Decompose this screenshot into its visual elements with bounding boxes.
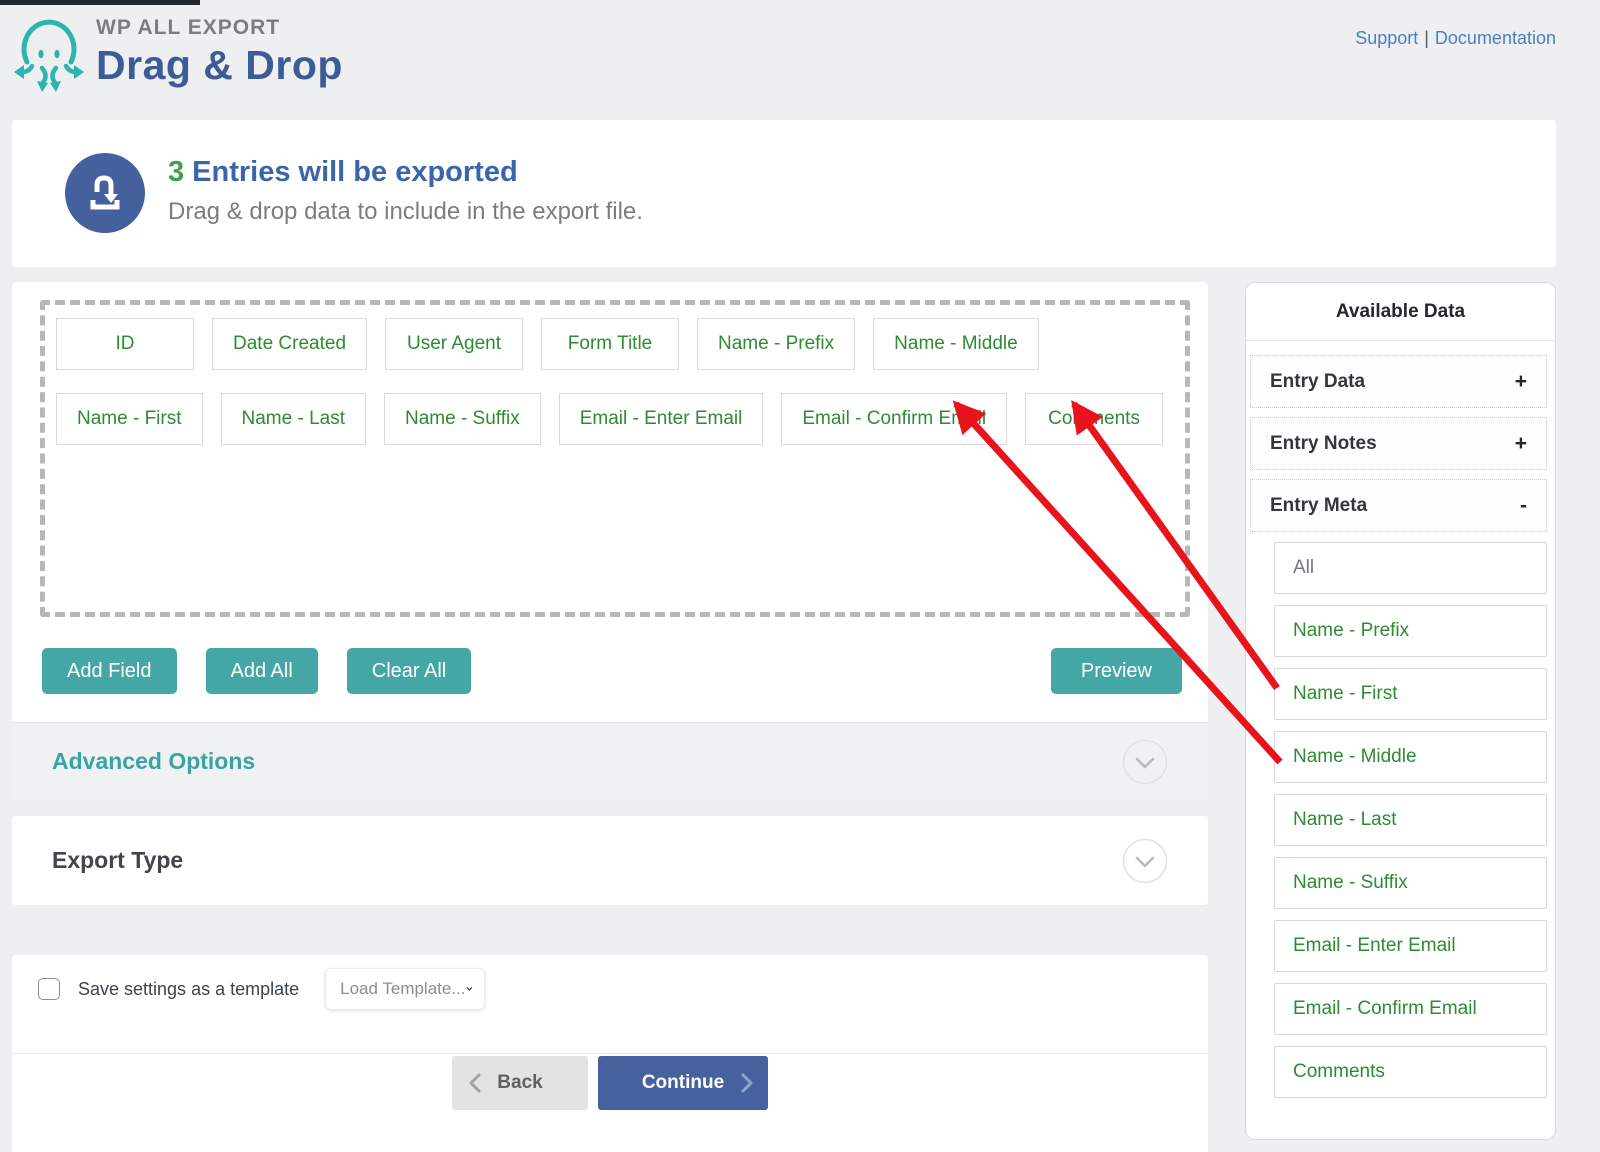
group-label: Entry Notes <box>1270 432 1377 454</box>
available-item-email-enter[interactable]: Email - Enter Email <box>1274 920 1547 972</box>
support-link[interactable]: Support <box>1355 28 1418 48</box>
link-separator: | <box>1424 28 1429 48</box>
available-item-email-confirm[interactable]: Email - Confirm Email <box>1274 983 1547 1035</box>
download-icon-badge <box>65 153 145 233</box>
wizard-nav: Back Continue <box>12 1056 1208 1110</box>
drag-drop-zone[interactable]: ID Date Created User Agent Form Title Na… <box>40 300 1190 617</box>
chevron-down-icon <box>466 987 472 991</box>
page-title: Drag & Drop <box>96 42 343 88</box>
banner-text: 3 Entries will be exported Drag & drop da… <box>168 156 643 226</box>
continue-label: Continue <box>641 1072 725 1093</box>
brand-block: WP ALL EXPORT Drag & Drop <box>96 16 343 89</box>
chevron-left-icon <box>469 1073 481 1093</box>
field-chip-email-enter[interactable]: Email - Enter Email <box>558 393 764 445</box>
field-chip-name-suffix[interactable]: Name - Suffix <box>383 393 541 445</box>
field-chip-name-last[interactable]: Name - Last <box>220 393 366 445</box>
footer-divider <box>12 1053 1208 1054</box>
available-item-name-first[interactable]: Name - First <box>1274 668 1547 720</box>
field-chip-form-title[interactable]: Form Title <box>541 318 680 370</box>
expand-icon[interactable]: + <box>1515 370 1527 394</box>
available-item-name-last[interactable]: Name - Last <box>1274 794 1547 846</box>
available-data-panel: Available Data Entry Data + Entry Notes … <box>1245 282 1556 1140</box>
export-type-toggle[interactable]: Export Type <box>12 816 1208 905</box>
save-template-label: Save settings as a template <box>78 978 300 999</box>
back-label: Back <box>497 1072 543 1093</box>
chevron-down-icon[interactable] <box>1122 739 1168 785</box>
field-chip-comments[interactable]: Comments <box>1025 393 1164 445</box>
entries-count: 3 <box>168 156 185 188</box>
export-info-banner: 3 Entries will be exported Drag & drop da… <box>12 120 1556 267</box>
brand-name: WP ALL EXPORT <box>96 16 281 39</box>
banner-title-text: Entries will be exported <box>192 156 518 188</box>
expand-icon[interactable]: + <box>1515 432 1527 456</box>
add-all-button[interactable]: Add All <box>205 648 318 694</box>
available-item-name-prefix[interactable]: Name - Prefix <box>1274 605 1547 657</box>
available-data-body: Entry Data + Entry Notes + Entry Meta - … <box>1246 341 1555 1098</box>
advanced-options-label: Advanced Options <box>52 748 256 774</box>
admin-bar-remnant <box>0 0 200 5</box>
back-button[interactable]: Back <box>452 1056 588 1110</box>
field-chip-name-prefix[interactable]: Name - Prefix <box>697 318 856 370</box>
field-chip-id[interactable]: ID <box>56 318 194 370</box>
group-label: Entry Data <box>1270 370 1366 392</box>
banner-title: 3 Entries will be exported <box>168 156 643 189</box>
fields-toolbar: Add Field Add All Clear All Preview <box>42 648 1182 694</box>
chevron-down-icon[interactable] <box>1122 838 1168 884</box>
download-icon <box>90 175 120 210</box>
field-chip-email-confirm[interactable]: Email - Confirm Email <box>781 393 1008 445</box>
add-field-button[interactable]: Add Field <box>42 648 177 694</box>
octopus-logo-icon <box>14 19 84 92</box>
field-chip-name-first[interactable]: Name - First <box>56 393 203 445</box>
collapse-icon[interactable]: - <box>1520 494 1527 518</box>
footer-card: Save settings as a template Load Templat… <box>12 955 1208 1152</box>
load-template-value: Load Template... <box>340 979 466 998</box>
advanced-options-toggle[interactable]: Advanced Options <box>12 722 1208 800</box>
field-chip-user-agent[interactable]: User Agent <box>385 318 524 370</box>
group-entry-meta[interactable]: Entry Meta - <box>1250 479 1547 532</box>
banner-subtitle: Drag & drop data to include in the expor… <box>168 198 643 225</box>
preview-button[interactable]: Preview <box>1050 648 1182 694</box>
header-links: Support | Documentation <box>1355 28 1556 49</box>
export-type-label: Export Type <box>52 847 184 873</box>
available-item-all[interactable]: All <box>1274 542 1547 594</box>
save-template-checkbox[interactable] <box>38 978 60 1000</box>
available-item-comments[interactable]: Comments <box>1274 1046 1547 1098</box>
clear-all-button[interactable]: Clear All <box>346 648 472 694</box>
available-item-name-middle[interactable]: Name - Middle <box>1274 731 1547 783</box>
available-item-name-suffix[interactable]: Name - Suffix <box>1274 857 1547 909</box>
available-data-title: Available Data <box>1246 283 1555 341</box>
documentation-link[interactable]: Documentation <box>1435 28 1556 48</box>
export-fields-card: ID Date Created User Agent Form Title Na… <box>12 282 1208 800</box>
field-chip-name-middle[interactable]: Name - Middle <box>873 318 1039 370</box>
field-chip-date-created[interactable]: Date Created <box>212 318 368 370</box>
group-label: Entry Meta <box>1270 494 1368 516</box>
chevron-right-icon <box>741 1073 753 1093</box>
continue-button[interactable]: Continue <box>598 1056 768 1110</box>
entry-meta-items: All Name - Prefix Name - First Name - Mi… <box>1274 542 1547 1098</box>
template-settings-row: Save settings as a template Load Templat… <box>38 963 486 1015</box>
group-entry-notes[interactable]: Entry Notes + <box>1250 417 1547 470</box>
load-template-dropdown[interactable]: Load Template... <box>325 968 486 1010</box>
group-entry-data[interactable]: Entry Data + <box>1250 355 1547 408</box>
